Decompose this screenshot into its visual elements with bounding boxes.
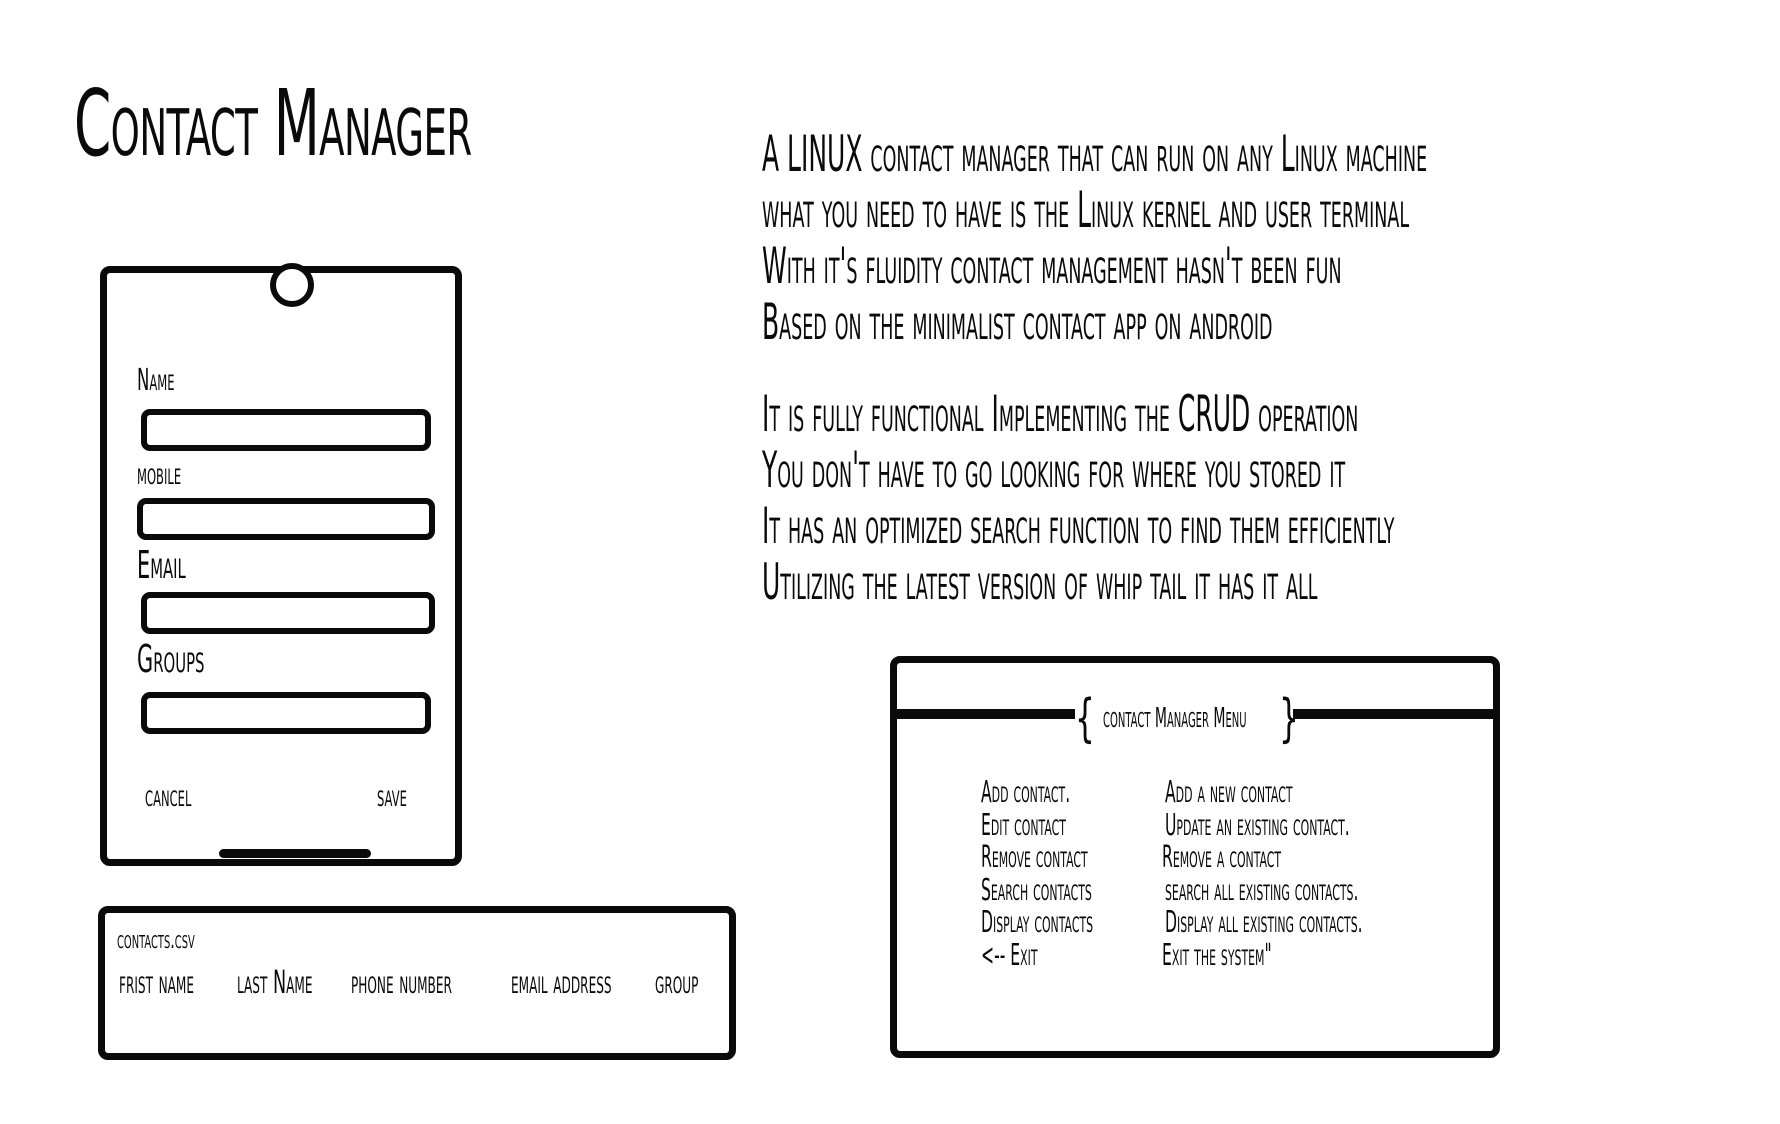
email-label-text: Email [137, 543, 186, 587]
cancel-button[interactable]: cancel [145, 779, 229, 814]
description-line-text: Based on the minimalist contact app on a… [762, 293, 1273, 351]
description-line-text: Utilizing the latest version of whip tai… [762, 553, 1318, 611]
groups-field[interactable] [141, 692, 431, 734]
phone-mockup: Name mobile Email Groups cancel save [100, 263, 462, 866]
description-paragraph-2: It is fully functional Implementing the … [762, 386, 1780, 610]
page-title: Contact Manager [74, 70, 759, 177]
description-line: Based on the minimalist contact app on a… [762, 294, 1780, 350]
brace-left-text: { [1075, 689, 1095, 749]
email-field[interactable] [141, 592, 435, 634]
phone-home-indicator [219, 849, 371, 858]
groups-label: Groups [137, 637, 260, 681]
menu-item-description: Exit the system" [1162, 937, 1373, 977]
name-label: Name [137, 363, 205, 398]
csv-column-text: group [655, 963, 699, 1001]
groups-label-text: Groups [137, 637, 205, 681]
menu-title-text: contact Manager Menu [1103, 701, 1247, 734]
description-line-text: It has an optimized search function to f… [762, 497, 1395, 555]
description-line: what you need to have is the Linux kerne… [762, 182, 1780, 238]
description-line: A LINUX contact manager that can run on … [762, 126, 1780, 182]
name-field[interactable] [141, 409, 431, 451]
description-line: It is fully functional Implementing the … [762, 386, 1780, 442]
csv-column-header: frist name [119, 963, 255, 1001]
page-title-text: Contact Manager [74, 70, 472, 177]
menu-item-description-text: Remove a contact [1162, 840, 1282, 875]
csv-filename-text: contacts.csv [117, 925, 195, 955]
csv-file-box: contacts.csv frist name last Name phone … [98, 906, 736, 1060]
description-line: Utilizing the latest version of whip tai… [762, 554, 1780, 610]
save-button[interactable]: save [377, 779, 431, 814]
csv-column-header: group [655, 963, 734, 1001]
csv-column-text: phone number [351, 963, 452, 1001]
phone-camera-notch [270, 263, 314, 307]
mobile-label-text: mobile [137, 457, 182, 492]
description-line-text: With it's fluidity contact management ha… [762, 237, 1342, 295]
menu-item-command-text: Search contacts [981, 872, 1092, 908]
menu-item-description-text: search all existing contacts. [1165, 872, 1359, 908]
description-line: It has an optimized search function to f… [762, 498, 1780, 554]
menu-item-command-text: Edit contact [981, 807, 1066, 843]
menu-item-command-text: <-- Exit [981, 937, 1038, 973]
csv-column-text: last Name [237, 963, 313, 1001]
menu-title-brace-right: } [1279, 689, 1312, 749]
csv-column-header: phone number [351, 963, 534, 1001]
description-line: You don't have to go looking for where y… [762, 442, 1780, 498]
email-label: Email [137, 543, 226, 587]
csv-column-text: email address [511, 963, 612, 1001]
description-line-text: A LINUX contact manager that can run on … [762, 125, 1428, 183]
menu-item-description-text: Display all existing contacts. [1165, 905, 1363, 940]
brace-right-text: } [1279, 689, 1299, 749]
menu-item-description-text: Exit the system" [1162, 937, 1272, 973]
save-button-label: save [377, 779, 407, 814]
csv-column-text: frist name [119, 963, 195, 1001]
description-line: With it's fluidity contact management ha… [762, 238, 1780, 294]
mobile-label: mobile [137, 457, 217, 492]
menu-item-command-text: Add contact. [981, 775, 1071, 810]
menu-title-bar-right [1293, 709, 1493, 719]
description-line-text: what you need to have is the Linux kerne… [762, 181, 1410, 239]
description-paragraph-1: A LINUX contact manager that can run on … [762, 126, 1780, 350]
menu-item-command-text: Display contacts [981, 905, 1094, 940]
menu-title-bar-left [897, 709, 1075, 719]
menu-item-description-text: Update an existing contact. [1165, 807, 1350, 843]
menu-item-command: <-- Exit [981, 937, 1090, 977]
mobile-field[interactable] [137, 498, 435, 540]
menu-item-description-text: Add a new contact [1165, 775, 1293, 810]
description-line-text: It is fully functional Implementing the … [762, 385, 1359, 443]
cancel-button-label: cancel [145, 779, 192, 814]
menu-window: { contact Manager Menu } Add contact. Ad… [890, 656, 1500, 1058]
csv-filename: contacts.csv [117, 925, 258, 955]
menu-item-command-text: Remove contact [981, 840, 1088, 875]
name-label-text: Name [137, 363, 175, 398]
description-line-text: You don't have to go looking for where y… [762, 441, 1346, 499]
